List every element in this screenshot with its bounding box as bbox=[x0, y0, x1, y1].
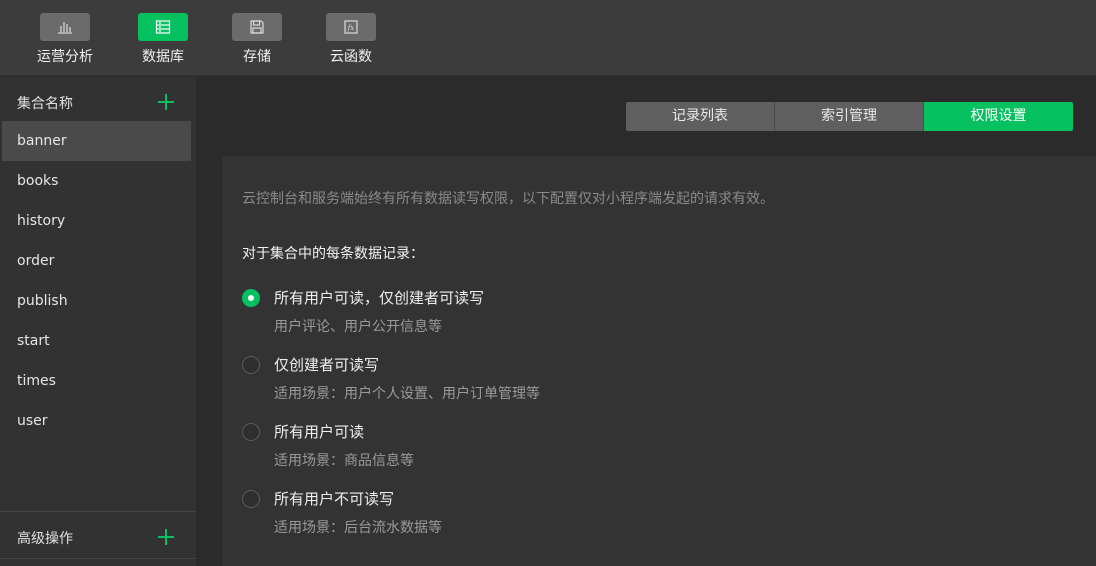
option-label: 所有用户可读，仅创建者可读写 bbox=[274, 289, 485, 307]
collection-item[interactable]: start bbox=[2, 321, 191, 361]
toolbar-label: 云函数 bbox=[330, 49, 372, 65]
toolbar-item-database[interactable]: 数据库 bbox=[123, 13, 203, 66]
toolbar-label: 运营分析 bbox=[37, 49, 93, 65]
radio-button[interactable] bbox=[242, 490, 260, 508]
collection-header-label: 集合名称 bbox=[17, 96, 73, 112]
toolbar-item-cloud-functions[interactable]: fx 云函数 bbox=[311, 13, 391, 66]
database-icon bbox=[138, 13, 188, 41]
add-collection-icon[interactable] bbox=[158, 94, 174, 110]
svg-text:fx: fx bbox=[347, 24, 355, 32]
option-label: 所有用户可读 bbox=[274, 423, 365, 441]
radio-button[interactable] bbox=[242, 356, 260, 374]
permission-panel: 云控制台和服务端始终有所有数据读写权限，以下配置仅对小程序端发起的请求有效。 对… bbox=[222, 156, 1096, 566]
collection-list: banner books history order publish start… bbox=[2, 121, 191, 441]
collection-item[interactable]: history bbox=[2, 201, 191, 241]
radio-button[interactable] bbox=[242, 423, 260, 441]
floppy-disk-icon bbox=[232, 13, 282, 41]
option-description: 适用场景：用户个人设置、用户订单管理等 bbox=[274, 386, 540, 402]
option-label: 所有用户不可读写 bbox=[274, 490, 395, 508]
collection-item[interactable]: books bbox=[2, 161, 191, 201]
option-description: 用户评论、用户公开信息等 bbox=[274, 319, 442, 335]
collection-item[interactable]: publish bbox=[2, 281, 191, 321]
advanced-operations-label: 高级操作 bbox=[17, 531, 73, 547]
collection-item[interactable]: banner bbox=[2, 121, 191, 161]
toolbar-item-storage[interactable]: 存储 bbox=[217, 13, 297, 66]
toolbar-item-analytics[interactable]: 运营分析 bbox=[25, 13, 105, 66]
tab-permission-settings[interactable]: 权限设置 bbox=[924, 102, 1073, 131]
database-tabs: 记录列表 索引管理 权限设置 bbox=[626, 102, 1073, 131]
collection-item[interactable]: user bbox=[2, 401, 191, 441]
option-description: 适用场景：商品信息等 bbox=[274, 453, 414, 469]
collection-item[interactable]: times bbox=[2, 361, 191, 401]
option-description: 适用场景：后台流水数据等 bbox=[274, 520, 442, 536]
collection-header: 集合名称 bbox=[0, 77, 196, 121]
collection-item[interactable]: order bbox=[2, 241, 191, 281]
permission-description: 云控制台和服务端始终有所有数据读写权限，以下配置仅对小程序端发起的请求有效。 bbox=[242, 191, 774, 207]
tab-index-management[interactable]: 索引管理 bbox=[775, 102, 924, 131]
option-label: 仅创建者可读写 bbox=[274, 356, 380, 374]
add-advanced-operation-icon[interactable] bbox=[158, 529, 174, 545]
tab-record-list[interactable]: 记录列表 bbox=[626, 102, 775, 131]
permission-section-title: 对于集合中的每条数据记录： bbox=[242, 246, 424, 262]
function-icon: fx bbox=[326, 13, 376, 41]
radio-button[interactable] bbox=[242, 289, 260, 307]
top-toolbar: 运营分析 数据库 存储 fx 云函数 bbox=[0, 0, 1096, 76]
bar-chart-icon bbox=[40, 13, 90, 41]
toolbar-label: 数据库 bbox=[142, 49, 184, 65]
advanced-operations-header: 高级操作 bbox=[0, 511, 196, 559]
toolbar-label: 存储 bbox=[243, 49, 271, 65]
collection-sidebar: 集合名称 banner books history order publish … bbox=[0, 77, 197, 566]
